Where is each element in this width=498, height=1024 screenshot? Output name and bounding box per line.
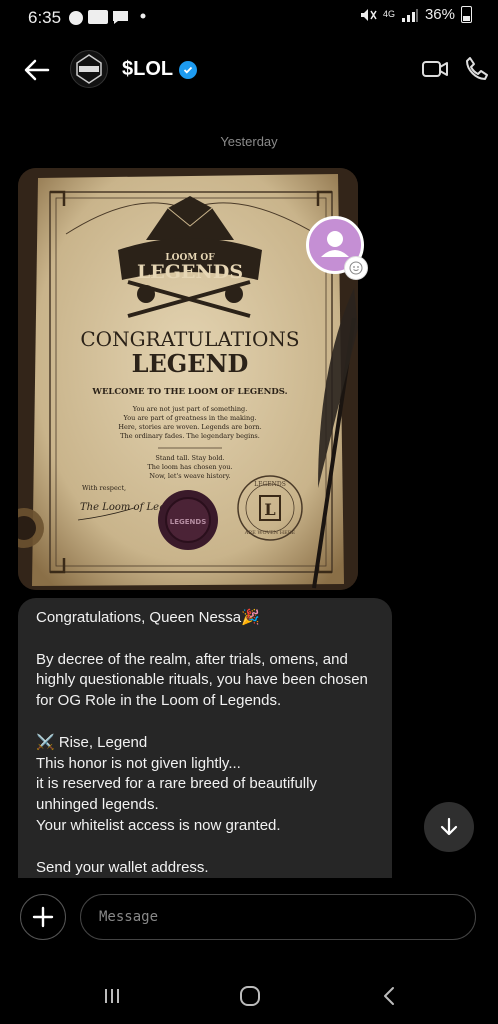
back-arrow-icon[interactable] <box>22 56 52 84</box>
legends-logo-icon <box>76 54 102 84</box>
chat-name: $LOL <box>122 58 174 80</box>
cert-body-3: Here, stories are woven. Legends are bor… <box>118 423 261 431</box>
status-bar: 6:35 4G 36% <box>0 0 498 34</box>
cert-body-5: Stand tall. Stay bold. <box>155 454 224 462</box>
mute-icon <box>360 8 377 21</box>
message-input[interactable] <box>80 894 476 940</box>
messenger-notification-icon <box>69 11 83 25</box>
battery-icon <box>461 6 472 23</box>
cert-sign-intro: With respect, <box>82 484 126 492</box>
status-time: 6:35 <box>28 8 62 27</box>
app-notification-icon <box>88 10 108 24</box>
cert-body-2: You are part of greatness in the making. <box>123 414 257 422</box>
cert-logo-main: LEGENDS <box>137 261 243 283</box>
network-type: 4G <box>382 9 395 19</box>
cert-stamp-ring-bottom: ARE WOVEN HERE <box>244 530 296 536</box>
cert-body-4: The ordinary fades. The legendary begins… <box>120 432 260 440</box>
chat-title[interactable]: $LOL <box>122 58 198 81</box>
nav-back-button[interactable] <box>370 982 410 1010</box>
verified-icon <box>179 60 198 79</box>
text-message[interactable]: Congratulations, Queen Nessa🎉 By decree … <box>18 598 392 898</box>
home-button[interactable] <box>230 982 270 1010</box>
status-right: 4G 36% <box>359 6 472 23</box>
add-attachment-button[interactable] <box>20 894 66 940</box>
recent-apps-icon <box>105 989 119 1003</box>
phone-call-icon[interactable] <box>462 54 492 84</box>
certificate-image: LOOM OF LEGENDS CONGRATULATIONS LEGEND W… <box>18 168 358 590</box>
cert-heading-legend: LEGEND <box>132 349 249 378</box>
chat-header: $LOL <box>0 42 498 98</box>
cert-stamp-letter: L <box>264 500 275 519</box>
message-body: Congratulations, Queen Nessa🎉 By decree … <box>36 609 368 876</box>
emoji-reaction-icon <box>349 261 363 275</box>
video-call-icon[interactable] <box>420 54 450 84</box>
plus-icon <box>32 906 54 928</box>
cert-body-1: You are not just part of something. <box>132 405 248 413</box>
nav-back-icon <box>384 987 394 1005</box>
image-message[interactable]: LOOM OF LEGENDS CONGRATULATIONS LEGEND W… <box>18 168 358 590</box>
reaction-badge[interactable] <box>344 256 368 280</box>
chat-avatar[interactable] <box>70 50 108 88</box>
cert-heading-congratulations: CONGRATULATIONS <box>80 327 299 351</box>
scroll-to-bottom-button[interactable] <box>424 802 474 852</box>
date-separator: Yesterday <box>220 134 278 149</box>
more-notifications-icon <box>140 13 146 19</box>
chat-notification-icon <box>113 11 128 24</box>
cert-body-6: The loom has chosen you. <box>147 463 232 471</box>
battery-percent: 36% <box>424 6 455 23</box>
recent-apps-button[interactable] <box>92 982 132 1010</box>
system-nav-bar <box>0 966 498 1024</box>
cert-welcome: WELCOME TO THE LOOM OF LEGENDS. <box>91 387 287 397</box>
cert-stamp-ring-top: LEGENDS <box>254 481 286 488</box>
arrow-down-icon <box>440 817 458 836</box>
signal-icon <box>401 8 418 22</box>
cert-wax-seal: LEGENDS <box>170 518 206 526</box>
composer <box>0 878 498 958</box>
cert-body-7: Now, let's weave history. <box>149 472 230 480</box>
home-icon <box>240 986 260 1006</box>
